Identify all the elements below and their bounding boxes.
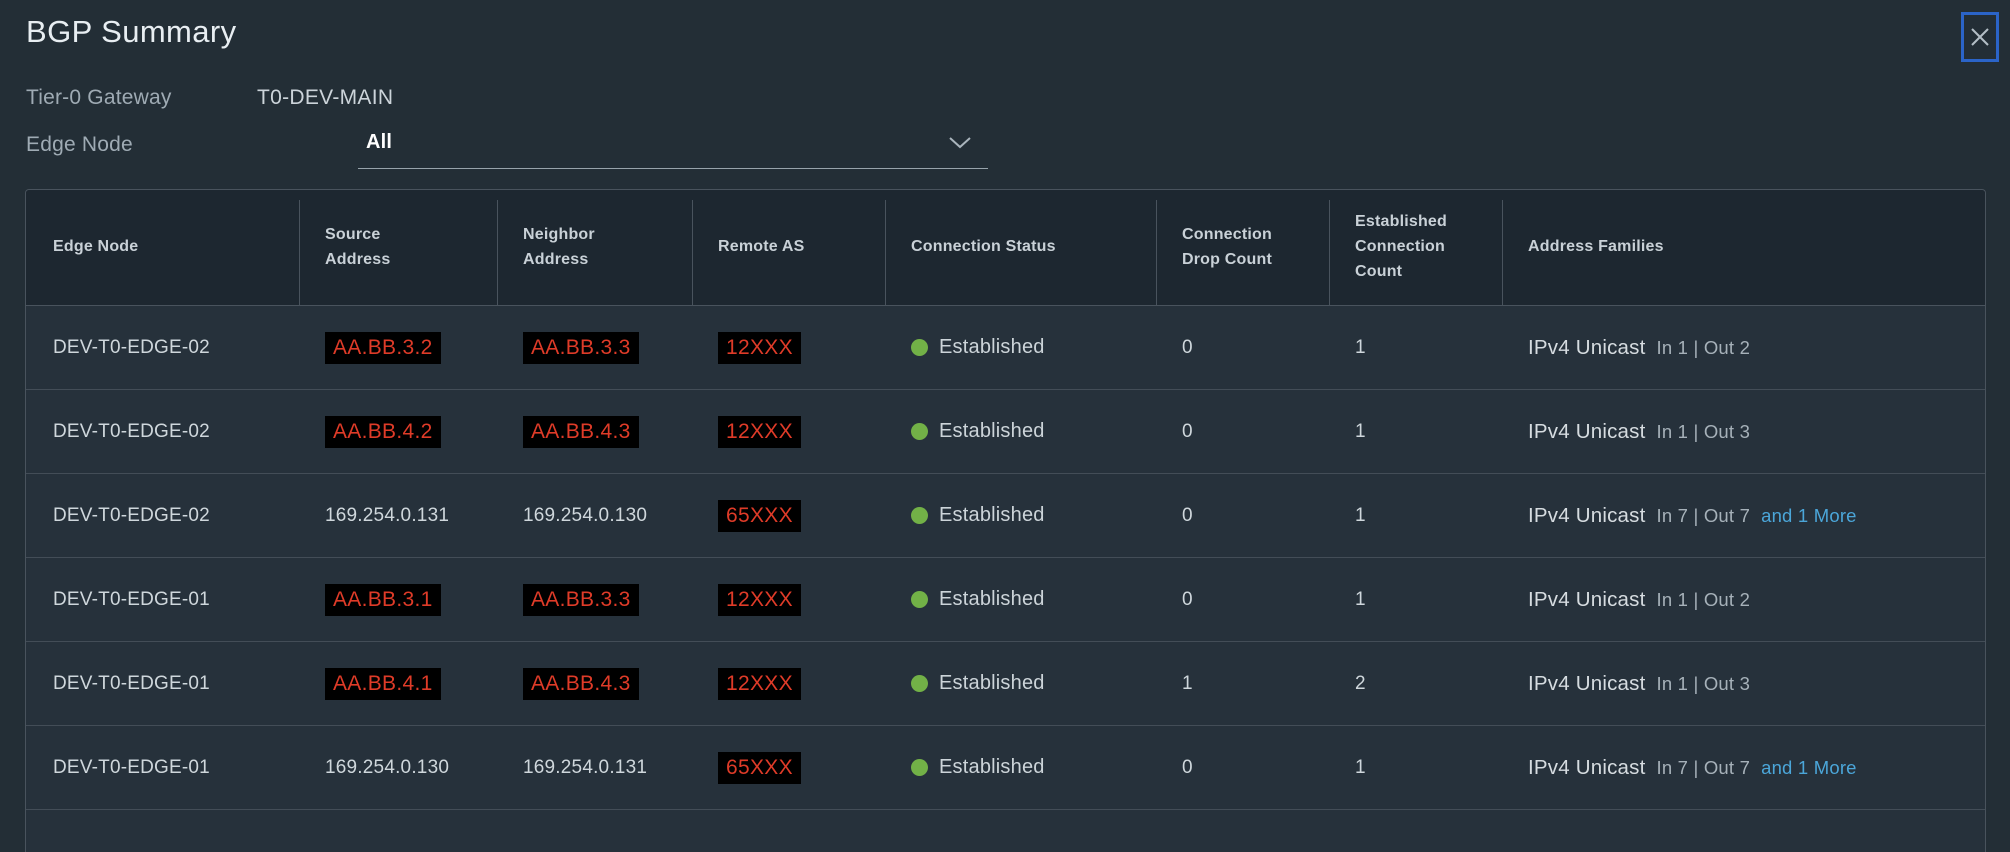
- cell-neighbor-address: AA.BB.4.3: [523, 668, 639, 700]
- cell-remote-as: 12XXX: [718, 332, 801, 364]
- cell-remote-as: 12XXX: [718, 668, 801, 700]
- cell-address-family-in-out: In 1 | Out 3: [1656, 673, 1750, 695]
- cell-remote-as: 65XXX: [718, 752, 801, 784]
- cell-source-address: 169.254.0.131: [325, 505, 449, 527]
- cell-remote-as: 12XXX: [718, 584, 801, 616]
- cell-source-address: AA.BB.3.2: [325, 332, 441, 364]
- edge-node-dropdown[interactable]: All: [358, 124, 988, 169]
- cell-remote-as: 65XXX: [718, 500, 801, 532]
- column-header-established-connection-count: Established Connection Count: [1330, 190, 1503, 305]
- cell-source-address: AA.BB.3.1: [325, 584, 441, 616]
- cell-connection-status: Established: [939, 420, 1045, 443]
- tier0-gateway-label: Tier-0 Gateway: [26, 86, 172, 110]
- column-header-neighbor-address: Neighbor Address: [498, 190, 693, 305]
- cell-connection-drop-count: 0: [1157, 337, 1330, 359]
- cell-connection-drop-count: 0: [1157, 589, 1330, 611]
- cell-established-connection-count: 1: [1330, 337, 1503, 359]
- status-dot-icon: [911, 507, 928, 524]
- cell-neighbor-address: 169.254.0.130: [523, 505, 647, 527]
- cell-connection-status: Established: [939, 336, 1045, 359]
- cell-edge-node: DEV-T0-EDGE-01: [26, 673, 300, 695]
- status-dot-icon: [911, 759, 928, 776]
- cell-address-family-in-out: In 7 | Out 7: [1656, 757, 1750, 779]
- table-row: DEV-T0-EDGE-01 169.254.0.130 169.254.0.1…: [26, 726, 1985, 810]
- cell-connection-drop-count: 0: [1157, 757, 1330, 779]
- edge-node-label: Edge Node: [26, 133, 133, 157]
- cell-connection-drop-count: 1: [1157, 673, 1330, 695]
- cell-neighbor-address: 169.254.0.131: [523, 757, 647, 779]
- cell-neighbor-address: AA.BB.3.3: [523, 584, 639, 616]
- column-header-remote-as: Remote AS: [693, 190, 886, 305]
- cell-edge-node: DEV-T0-EDGE-02: [26, 337, 300, 359]
- cell-address-family: IPv4 Unicast: [1528, 756, 1645, 780]
- cell-connection-status: Established: [939, 588, 1045, 611]
- cell-address-family-in-out: In 1 | Out 3: [1656, 421, 1750, 443]
- table-row: DEV-T0-EDGE-01 AA.BB.3.1 AA.BB.3.3 12XXX…: [26, 558, 1985, 642]
- cell-address-family: IPv4 Unicast: [1528, 336, 1645, 360]
- cell-established-connection-count: 1: [1330, 589, 1503, 611]
- cell-neighbor-address: AA.BB.4.3: [523, 416, 639, 448]
- cell-source-address: AA.BB.4.2: [325, 416, 441, 448]
- tier0-gateway-value: T0-DEV-MAIN: [257, 86, 393, 110]
- chevron-down-icon: [948, 136, 972, 149]
- status-dot-icon: [911, 423, 928, 440]
- page-title: BGP Summary: [26, 14, 237, 50]
- status-dot-icon: [911, 675, 928, 692]
- status-dot-icon: [911, 339, 928, 356]
- column-header-edge-node: Edge Node: [26, 190, 300, 305]
- cell-edge-node: DEV-T0-EDGE-01: [26, 589, 300, 611]
- table-row: DEV-T0-EDGE-02 169.254.0.131 169.254.0.1…: [26, 474, 1985, 558]
- cell-edge-node: DEV-T0-EDGE-02: [26, 505, 300, 527]
- cell-connection-drop-count: 0: [1157, 505, 1330, 527]
- cell-address-family-in-out: In 1 | Out 2: [1656, 337, 1750, 359]
- cell-neighbor-address: AA.BB.3.3: [523, 332, 639, 364]
- status-dot-icon: [911, 591, 928, 608]
- cell-established-connection-count: 1: [1330, 757, 1503, 779]
- bgp-summary-table: Edge Node Source Address Neighbor Addres…: [25, 189, 1986, 852]
- cell-address-family: IPv4 Unicast: [1528, 588, 1645, 612]
- cell-established-connection-count: 1: [1330, 505, 1503, 527]
- and-more-link[interactable]: and 1 More: [1761, 757, 1857, 779]
- cell-address-family: IPv4 Unicast: [1528, 504, 1645, 528]
- close-button[interactable]: [1961, 12, 1999, 62]
- table-row: DEV-T0-EDGE-02 AA.BB.3.2 AA.BB.3.3 12XXX…: [26, 306, 1985, 390]
- close-icon: [1969, 26, 1991, 48]
- cell-address-family-in-out: In 7 | Out 7: [1656, 505, 1750, 527]
- and-more-link[interactable]: and 1 More: [1761, 505, 1857, 527]
- cell-source-address: 169.254.0.130: [325, 757, 449, 779]
- column-header-connection-drop-count: Connection Drop Count: [1157, 190, 1330, 305]
- cell-address-family-in-out: In 1 | Out 2: [1656, 589, 1750, 611]
- cell-edge-node: DEV-T0-EDGE-01: [26, 757, 300, 779]
- table-row: DEV-T0-EDGE-02 AA.BB.4.2 AA.BB.4.3 12XXX…: [26, 390, 1985, 474]
- cell-address-family: IPv4 Unicast: [1528, 672, 1645, 696]
- column-header-connection-status: Connection Status: [886, 190, 1157, 305]
- cell-connection-status: Established: [939, 504, 1045, 527]
- cell-source-address: AA.BB.4.1: [325, 668, 441, 700]
- cell-remote-as: 12XXX: [718, 416, 801, 448]
- cell-connection-drop-count: 0: [1157, 421, 1330, 443]
- table-row: DEV-T0-EDGE-01 AA.BB.4.1 AA.BB.4.3 12XXX…: [26, 642, 1985, 726]
- cell-established-connection-count: 2: [1330, 673, 1503, 695]
- cell-connection-status: Established: [939, 756, 1045, 779]
- cell-established-connection-count: 1: [1330, 421, 1503, 443]
- column-header-source-address: Source Address: [300, 190, 498, 305]
- edge-node-dropdown-value: All: [366, 131, 392, 154]
- cell-address-family: IPv4 Unicast: [1528, 420, 1645, 444]
- cell-connection-status: Established: [939, 672, 1045, 695]
- column-header-address-families: Address Families: [1503, 190, 1985, 305]
- table-header: Edge Node Source Address Neighbor Addres…: [26, 190, 1985, 306]
- cell-edge-node: DEV-T0-EDGE-02: [26, 421, 300, 443]
